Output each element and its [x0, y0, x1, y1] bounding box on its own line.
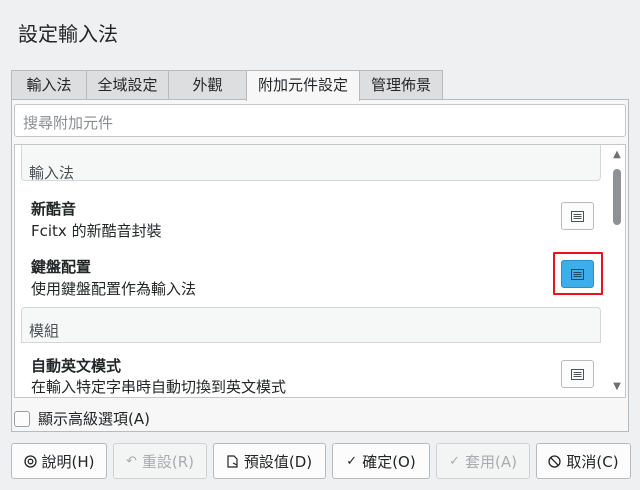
addon-name: 鍵盤配置	[31, 258, 92, 276]
addon-description: 使用鍵盤配置作為輸入法	[31, 280, 197, 298]
checkmark-icon: ✓	[449, 453, 460, 469]
ok-button[interactable]: ✓ 確定(O)	[332, 443, 430, 479]
highlight-box	[553, 252, 603, 295]
help-icon	[23, 454, 37, 468]
tab-appearance[interactable]: 外觀	[168, 70, 247, 100]
section-header-modules	[21, 307, 601, 343]
advanced-label[interactable]: 顯示高級選項(A)	[38, 408, 150, 429]
section-header-input-method	[21, 145, 601, 181]
apply-label: 套用(A)	[464, 452, 517, 471]
scrollbar[interactable]: ▲ ▼	[611, 149, 623, 393]
tab-input-method[interactable]: 輸入法	[11, 70, 87, 100]
tab-manage-themes[interactable]: 管理佈景	[359, 70, 443, 100]
addon-name: 新酷音	[31, 200, 77, 218]
tab-bar: 輸入法 全域設定 外觀 附加元件設定 管理佈景	[11, 70, 443, 101]
tab-addon-settings[interactable]: 附加元件設定	[246, 70, 360, 101]
defaults-button[interactable]: 預設值(D)	[213, 443, 326, 479]
help-button[interactable]: 說明(H)	[11, 443, 107, 479]
configure-icon	[571, 210, 584, 222]
button-bar: 說明(H) ↶ 重設(R) 預設值(D) ✓ 確定(O) ✓ 套用(A) 取消(…	[11, 443, 631, 479]
cancel-label: 取消(C)	[566, 452, 619, 471]
configure-button[interactable]	[561, 360, 594, 388]
cancel-button[interactable]: 取消(C)	[536, 443, 631, 479]
document-icon	[227, 454, 239, 468]
reset-icon: ↶	[125, 453, 137, 469]
addon-description: Fcitx 的新酷音封裝	[31, 222, 162, 240]
configure-icon	[571, 368, 584, 380]
scroll-up-icon[interactable]: ▲	[611, 149, 623, 161]
ok-label: 確定(O)	[362, 452, 416, 471]
section-label-text: 模組	[29, 322, 60, 340]
checkmark-icon: ✓	[346, 453, 358, 469]
addon-description: 在輸入特定字串時自動切換到英文模式	[31, 378, 287, 396]
window-title: 設定輸入法	[18, 22, 118, 46]
advanced-option[interactable]: 顯示高級選項(A)	[14, 408, 150, 429]
addon-name: 自動英文模式	[31, 357, 122, 375]
scroll-thumb[interactable]	[613, 169, 621, 225]
section-label-text: 輸入法	[29, 164, 75, 182]
defaults-label: 預設值(D)	[243, 452, 313, 471]
help-label: 說明(H)	[41, 452, 95, 471]
reset-label: 重設(R)	[141, 452, 195, 471]
reset-button[interactable]: ↶ 重設(R)	[113, 443, 207, 479]
cancel-icon	[548, 454, 562, 468]
apply-button[interactable]: ✓ 套用(A)	[436, 443, 530, 479]
search-input[interactable]: 搜尋附加元件	[14, 104, 626, 137]
configure-button[interactable]	[561, 202, 594, 230]
scroll-down-icon[interactable]: ▼	[611, 381, 623, 393]
addon-list: 輸入法 新酷音 Fcitx 的新酷音封裝 鍵盤配置 使用鍵盤配置作為輸入法 模組…	[14, 144, 626, 398]
advanced-checkbox[interactable]	[14, 410, 30, 427]
tab-global-settings[interactable]: 全域設定	[86, 70, 169, 100]
